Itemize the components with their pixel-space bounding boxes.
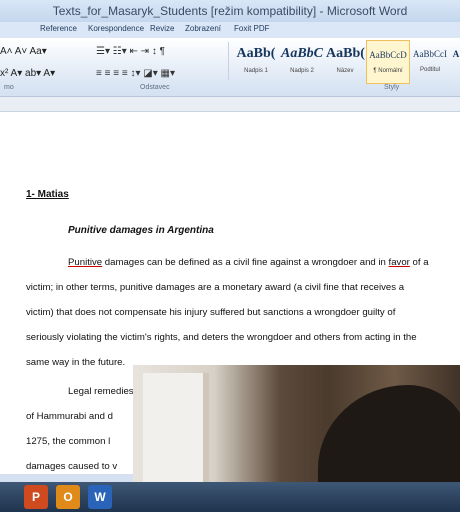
style-name: Nadpis 2	[290, 68, 314, 74]
text-line: Punitive damages can be defined as a civ…	[68, 257, 429, 268]
style-sample: AaBbCcD	[369, 50, 407, 60]
style-name: Název	[336, 68, 354, 74]
styles-group-label: Styly	[384, 84, 400, 91]
style-podtitul[interactable]: AaBbCcI Podtitul	[410, 40, 450, 82]
style-name: Nadpis 1	[244, 68, 268, 74]
taskbar: P O W	[0, 482, 460, 512]
text-line: of Hammurabi and d	[26, 411, 113, 422]
misspelled-word: favor	[388, 257, 410, 268]
style-normalni[interactable]: AaBbCcD ¶ Normální	[366, 40, 410, 84]
doc-subheading: Punitive damages in Argentina	[68, 225, 214, 236]
text-line: same way in the future.	[26, 357, 126, 368]
style-sample: AaBbCcI	[413, 49, 447, 59]
style-sample: AaBb(	[236, 46, 276, 61]
style-name: Podtitul	[419, 67, 440, 73]
tab-foxit-pdf[interactable]: Foxit PDF	[234, 24, 270, 33]
style-nadpis-2[interactable]: AaBbC Nadpis 2	[280, 40, 324, 82]
tab-revize[interactable]: Revize	[150, 24, 174, 33]
style-sample: AaBbC	[280, 46, 323, 61]
powerpoint-icon[interactable]: P	[24, 485, 48, 509]
window-title: Texts_for_Masaryk_Students [režim kompat…	[52, 4, 408, 18]
text-line: seriously violating the victim's rights,…	[26, 332, 417, 343]
ruler	[0, 97, 460, 112]
font-size-controls[interactable]: A˄ A˅ Aa▾	[0, 46, 47, 57]
list-indent-controls[interactable]: ☰▾ ☷▾ ⇤ ⇥ ↕ ¶	[96, 46, 165, 57]
word-icon[interactable]: W	[88, 485, 112, 509]
text-span: of a	[409, 257, 429, 268]
ribbon-tabs: Reference Korespondence Revize Zobrazení…	[0, 22, 460, 38]
misspelled-word: Punitive	[68, 257, 103, 268]
style-name: ¶ Normální	[373, 68, 403, 74]
style-sample: A	[452, 49, 460, 59]
text-span: damages can be defined as a civil fine a…	[102, 257, 389, 268]
outlook-icon[interactable]: O	[56, 485, 80, 509]
text-line: victim; in other terms, punitive damages…	[26, 282, 405, 293]
alignment-controls[interactable]: ≡ ≡ ≡ ≡ ↕▾ ◪▾ ▦▾	[96, 68, 175, 79]
title-bar: Texts_for_Masaryk_Students [režim kompat…	[0, 0, 460, 22]
style-nadpis-1[interactable]: AaBb( Nadpis 1	[234, 40, 278, 82]
tab-korespondence[interactable]: Korespondence	[88, 24, 144, 33]
group-separator	[228, 42, 229, 80]
paragraph-group-label: Odstavec	[140, 84, 170, 91]
style-sample: AaBb(	[326, 46, 365, 61]
tab-zobrazeni[interactable]: Zobrazení	[185, 24, 221, 33]
style-nazev[interactable]: AaBb( Název	[326, 40, 365, 82]
doc-heading: 1- Matias	[26, 189, 69, 200]
text-line: 1275, the common l	[26, 436, 111, 447]
ribbon: A˄ A˅ Aa▾ x² A▾ ab▾ A▾ mo ☰▾ ☷▾ ⇤ ⇥ ↕ ¶ …	[0, 38, 460, 97]
text-line: damages caused to v	[26, 461, 118, 472]
font-group-label: mo	[4, 84, 14, 91]
text-line: Legal remedies	[68, 386, 134, 397]
tab-reference[interactable]: Reference	[40, 24, 77, 33]
style-cut-off[interactable]: A	[452, 40, 460, 82]
text-line: victim) that does not compensate his inj…	[26, 307, 396, 318]
status-bar	[0, 474, 134, 482]
font-format-controls[interactable]: x² A▾ ab▾ A▾	[0, 68, 55, 79]
